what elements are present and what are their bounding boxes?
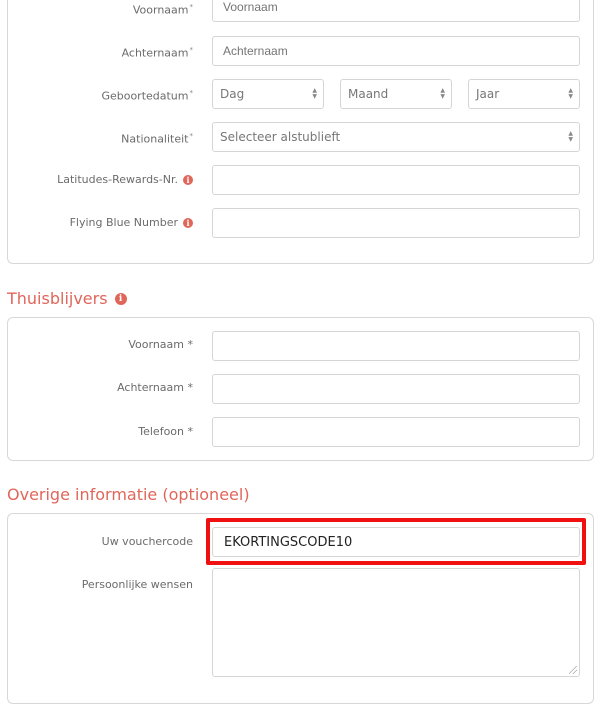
first-name-label-text: Voornaam bbox=[132, 3, 189, 17]
required-mark: * bbox=[189, 132, 194, 140]
latitudes-input[interactable] bbox=[212, 165, 580, 195]
birth-month-value: Maand bbox=[348, 87, 389, 101]
info-icon[interactable]: i bbox=[114, 292, 127, 305]
stay-home-first-name-label: Voornaam * bbox=[128, 338, 193, 351]
first-name-label: Voornaam* bbox=[133, 0, 193, 18]
birth-month-select[interactable]: Maand ▲ ▼ bbox=[340, 79, 452, 109]
latitudes-label: Latitudes-Rewards-Nr. i bbox=[57, 173, 193, 187]
flying-blue-label-text: Flying Blue Number bbox=[69, 216, 178, 229]
birthdate-label: Geboortedatum* bbox=[101, 86, 193, 104]
other-info-title: Overige informatie (optioneel) bbox=[7, 485, 250, 504]
wishes-textarea[interactable] bbox=[212, 568, 580, 677]
select-arrows-icon: ▲ ▼ bbox=[440, 87, 445, 100]
required-mark: * bbox=[189, 46, 194, 54]
stay-home-last-name-input[interactable] bbox=[212, 374, 580, 404]
wishes-label: Persoonlijke wensen bbox=[81, 578, 193, 591]
last-name-label: Achternaam* bbox=[122, 43, 193, 61]
voucher-highlight-box bbox=[206, 518, 586, 565]
birth-year-value: Jaar bbox=[476, 87, 500, 101]
birthdate-label-text: Geboortedatum bbox=[101, 89, 189, 103]
stay-home-title-text: Thuisblijvers bbox=[7, 289, 108, 308]
nationality-label-text: Nationaliteit bbox=[121, 132, 189, 146]
nationality-select[interactable]: Selecteer alstublieft ▲ ▼ bbox=[212, 122, 580, 152]
last-name-input[interactable] bbox=[212, 36, 580, 66]
required-mark: * bbox=[189, 89, 194, 97]
latitudes-label-text: Latitudes-Rewards-Nr. bbox=[57, 173, 178, 186]
flying-blue-label: Flying Blue Number i bbox=[70, 216, 193, 230]
birth-day-select[interactable]: Dag ▲ ▼ bbox=[212, 79, 324, 109]
select-arrows-icon: ▲ ▼ bbox=[312, 87, 317, 100]
required-mark: * bbox=[189, 3, 194, 11]
info-icon[interactable]: i bbox=[183, 175, 193, 185]
resize-grip-icon[interactable] bbox=[569, 666, 577, 674]
stay-home-title: Thuisblijvers i bbox=[7, 289, 127, 308]
stay-home-phone-label: Telefoon * bbox=[138, 425, 193, 438]
birth-year-select[interactable]: Jaar ▲ ▼ bbox=[468, 79, 580, 109]
select-arrows-icon: ▲ ▼ bbox=[568, 87, 573, 100]
nationality-value: Selecteer alstublieft bbox=[220, 130, 341, 144]
stay-home-phone-input[interactable] bbox=[212, 417, 580, 447]
stay-home-first-name-input[interactable] bbox=[212, 331, 580, 361]
select-arrows-icon: ▲ ▼ bbox=[568, 130, 573, 143]
flying-blue-input[interactable] bbox=[212, 208, 580, 238]
last-name-label-text: Achternaam bbox=[121, 46, 189, 60]
first-name-input[interactable] bbox=[212, 0, 580, 22]
birth-day-value: Dag bbox=[220, 87, 245, 101]
info-icon[interactable]: i bbox=[183, 218, 193, 228]
nationality-label: Nationaliteit* bbox=[121, 129, 193, 147]
stay-home-last-name-label: Achternaam * bbox=[117, 381, 193, 394]
voucher-label: Uw vouchercode bbox=[101, 535, 193, 548]
